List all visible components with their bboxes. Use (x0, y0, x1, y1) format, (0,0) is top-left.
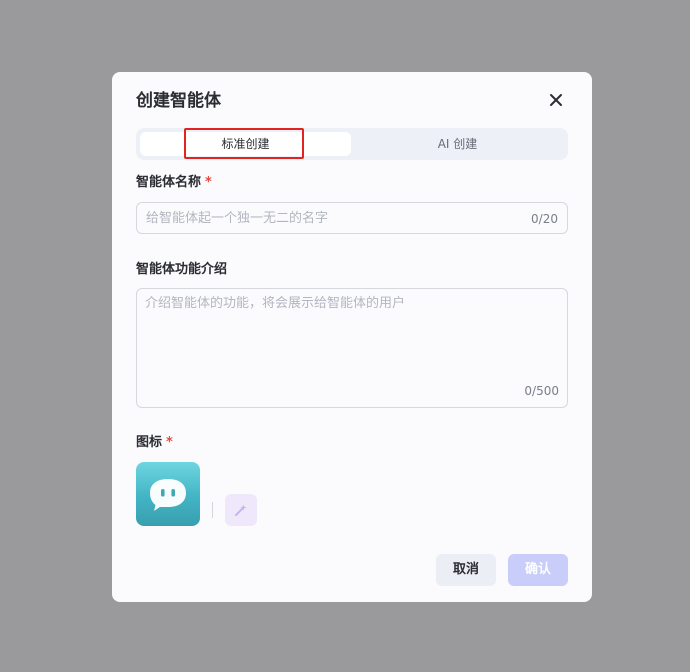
tab-standard-create[interactable]: 标准创建 (140, 132, 351, 156)
confirm-button[interactable]: 确认 (508, 554, 568, 586)
close-icon[interactable] (546, 90, 566, 110)
magic-sparkle-icon (235, 504, 247, 516)
agent-name-placeholder: 给智能体起一个独一无二的名字 (146, 211, 329, 226)
required-mark: * (166, 435, 173, 450)
chat-bubble-face-icon (150, 479, 186, 511)
create-mode-tabs: 标准创建 AI 创建 (136, 128, 568, 160)
agent-description-textarea[interactable]: 介绍智能体的功能，将会展示给智能体的用户 0/500 (136, 288, 568, 408)
tab-ai-create[interactable]: AI 创建 (351, 132, 564, 156)
agent-avatar[interactable] (136, 462, 200, 526)
agent-name-label-text: 智能体名称 (136, 175, 202, 190)
agent-name-counter: 0/20 (531, 212, 558, 226)
required-mark: * (205, 175, 212, 190)
agent-name-label: 智能体名称 * (136, 174, 212, 192)
generate-icon-button[interactable] (225, 494, 257, 526)
cancel-button[interactable]: 取消 (436, 554, 496, 586)
agent-description-placeholder: 介绍智能体的功能，将会展示给智能体的用户 (145, 296, 406, 311)
icon-label: 图标 * (136, 434, 173, 452)
icon-divider (212, 502, 213, 518)
icon-label-text: 图标 (136, 435, 163, 450)
dialog-title: 创建智能体 (136, 91, 221, 111)
agent-description-counter: 0/500 (524, 384, 559, 398)
agent-name-input[interactable]: 给智能体起一个独一无二的名字 0/20 (136, 202, 568, 234)
agent-description-label: 智能体功能介绍 (136, 262, 228, 277)
create-agent-dialog: 创建智能体 标准创建 AI 创建 智能体名称 * 给智能体起一个独一无二的名字 0… (112, 72, 592, 602)
